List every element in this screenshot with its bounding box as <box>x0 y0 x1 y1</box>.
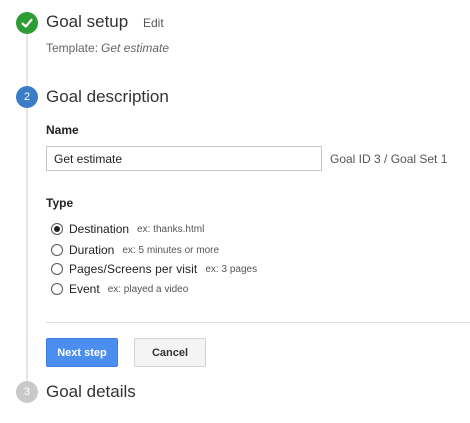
type-label: Type <box>46 196 74 210</box>
step-rail <box>26 24 28 394</box>
template-label: Template: <box>46 41 99 55</box>
radio-button[interactable] <box>51 263 63 275</box>
type-option-pages-per-visit[interactable]: Pages/Screens per visit ex: 3 pages <box>51 261 257 277</box>
type-option-example: ex: 5 minutes or more <box>122 244 220 256</box>
step-2-title: Goal description <box>46 87 169 106</box>
divider <box>46 322 470 323</box>
name-label: Name <box>46 123 79 137</box>
step-1-complete-icon <box>16 12 38 34</box>
next-step-button[interactable]: Next step <box>46 338 118 367</box>
step-3-title: Goal details <box>46 382 136 401</box>
type-option-label: Duration <box>69 243 115 257</box>
template-value: Get estimate <box>101 41 170 55</box>
step-2-number: 2 <box>16 86 38 108</box>
type-option-destination[interactable]: Destination ex: thanks.html <box>51 221 204 237</box>
type-option-example: ex: played a video <box>107 283 189 295</box>
type-option-label: Pages/Screens per visit <box>69 262 198 276</box>
template-line: Template: Get estimate <box>46 41 169 55</box>
radio-button-selected[interactable] <box>51 223 63 235</box>
type-option-duration[interactable]: Duration ex: 5 minutes or more <box>51 242 219 258</box>
radio-button[interactable] <box>51 283 63 295</box>
type-option-example: ex: 3 pages <box>205 263 258 275</box>
step-1-title: Goal setup <box>46 12 129 31</box>
type-option-event[interactable]: Event ex: played a video <box>51 281 188 297</box>
radio-button[interactable] <box>51 244 63 256</box>
type-option-label: Destination <box>69 222 130 236</box>
checkmark-icon <box>21 18 33 28</box>
type-option-example: ex: thanks.html <box>137 223 205 235</box>
goal-name-input[interactable] <box>46 146 322 171</box>
goal-wizard: Goal setup Edit Template: Get estimate 2 … <box>0 0 470 423</box>
step-3-number: 3 <box>16 381 38 403</box>
edit-link[interactable]: Edit <box>143 16 164 30</box>
goal-id-text: Goal ID 3 / Goal Set 1 <box>330 152 448 166</box>
cancel-button[interactable]: Cancel <box>134 338 206 367</box>
type-option-label: Event <box>69 282 100 296</box>
